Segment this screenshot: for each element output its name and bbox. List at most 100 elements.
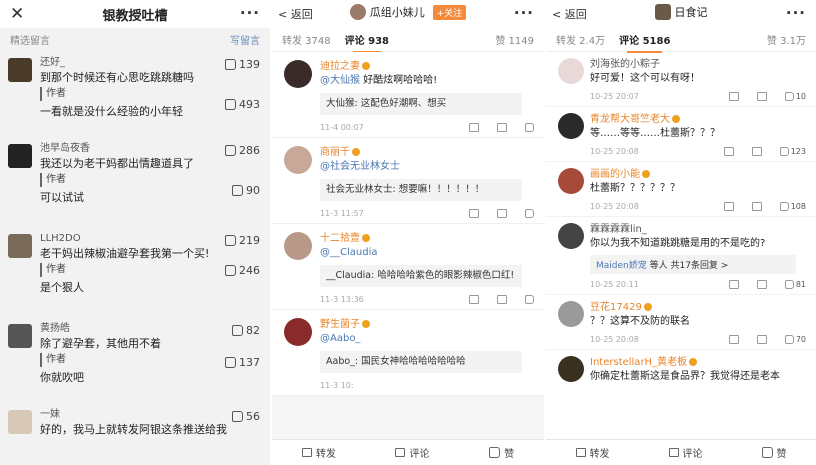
comment-icon[interactable] (751, 201, 762, 211)
account-avatar[interactable] (654, 4, 671, 20)
comment-author[interactable]: 黄扬皓 (40, 322, 260, 336)
like-button[interactable]: 139 (225, 58, 260, 71)
tab-likes[interactable]: 赞 3.1万 (767, 32, 806, 47)
thumb-up-icon[interactable] (779, 146, 789, 156)
comment-text: 好可爱！这个可以有呀！ (590, 73, 700, 84)
account-name[interactable]: 瓜组小妹儿 (370, 4, 425, 20)
comment-author[interactable]: 商丽千 (320, 146, 534, 159)
more-icon[interactable]: ··· (514, 4, 534, 22)
comment-icon[interactable] (756, 279, 767, 289)
reply-box[interactable]: Aabo_: 国民女神哈哈哈哈哈哈哈 (320, 351, 522, 373)
avatar[interactable] (558, 301, 584, 327)
comment-author[interactable]: 豆花17429 (590, 301, 806, 314)
like-button[interactable]: 赞 (761, 445, 787, 460)
comment-author[interactable]: 迪拉之妻 (320, 60, 534, 73)
thumb-up-icon[interactable] (779, 201, 789, 211)
thumb-up-icon[interactable] (784, 91, 794, 101)
more-icon[interactable]: ··· (240, 4, 260, 22)
like-button[interactable]: 82 (232, 324, 260, 337)
comment-icon[interactable] (497, 208, 507, 218)
thumb-up-icon[interactable] (784, 334, 794, 344)
avatar[interactable] (8, 324, 32, 348)
reply-like-button[interactable]: 493 (225, 98, 260, 111)
comment-author[interactable]: 霖霖霖霖lin_ (590, 223, 806, 236)
repost-icon[interactable] (469, 208, 479, 218)
comment-text: @大仙猴 好酷炫啊哈哈哈! (320, 74, 534, 88)
tab-repost[interactable]: 转发 3748 (282, 32, 331, 47)
comment-icon[interactable] (497, 294, 507, 304)
repost-icon[interactable] (728, 91, 739, 101)
like-button[interactable]: 286 (225, 144, 260, 157)
repost-icon[interactable] (728, 334, 739, 344)
reply-summary[interactable]: Maiden娇宠 等人 共17条回复 > (590, 255, 796, 274)
repost-icon[interactable] (469, 122, 479, 132)
comment-meta: 10-25 20:08 70 (590, 329, 806, 349)
account-avatar[interactable] (349, 4, 366, 20)
repost-icon[interactable] (723, 201, 734, 211)
mention-link[interactable]: @Aabo_ (320, 333, 360, 344)
comment-icon (668, 448, 679, 457)
thumb-up-icon[interactable] (525, 122, 534, 132)
comment-icon[interactable] (751, 146, 762, 156)
comment-icon[interactable] (756, 334, 767, 344)
mention-link[interactable]: @大仙猴 (320, 75, 360, 86)
close-icon[interactable]: ✕ (10, 4, 24, 24)
avatar[interactable] (558, 168, 584, 194)
comment-button[interactable]: 评论 (395, 445, 429, 460)
avatar[interactable] (284, 232, 312, 260)
avatar[interactable] (8, 58, 32, 82)
tab-comments[interactable]: 评论 5186 (619, 32, 670, 53)
comment-author[interactable]: 刘海张的小粽子 (590, 58, 806, 71)
like-button[interactable]: 219 (225, 234, 260, 247)
avatar[interactable] (8, 144, 32, 168)
thumb-up-icon (489, 447, 501, 458)
comment-button[interactable]: 评论 (668, 445, 703, 460)
account-name[interactable]: 日食记 (675, 4, 708, 20)
repost-button[interactable]: 转发 (301, 445, 336, 460)
repost-icon[interactable] (469, 294, 479, 304)
thumb-up-icon[interactable] (525, 294, 534, 304)
author-name: 画画的小能 (590, 169, 640, 180)
avatar[interactable] (558, 58, 584, 84)
write-comment-link[interactable]: 写留言 (230, 32, 260, 47)
avatar[interactable] (8, 410, 32, 434)
repost-icon[interactable] (723, 146, 734, 156)
comment-item: 黄扬皓 除了避孕套，其他用不着 82 作者 你就吹吧 137 (0, 316, 270, 402)
thumb-up-icon[interactable] (525, 208, 534, 218)
reply-box[interactable]: 大仙猴: 这配色好潮啊、想买 (320, 93, 522, 115)
mention-link[interactable]: @__Claudia (320, 247, 377, 258)
reply-like-button[interactable]: 90 (232, 184, 260, 197)
follow-button[interactable]: +关注 (432, 4, 467, 20)
tab-likes[interactable]: 赞 1149 (495, 32, 534, 47)
thumb-up-icon[interactable] (784, 279, 794, 289)
comment-author[interactable]: 十二拾壹 (320, 232, 534, 245)
mention-link[interactable]: @社会无业林女士 (320, 161, 400, 172)
tab-repost[interactable]: 转发 2.4万 (556, 32, 605, 47)
comment-author[interactable]: 青龙帮大哥竺老大 (590, 113, 806, 126)
like-button[interactable]: 赞 (489, 445, 514, 460)
avatar[interactable] (284, 60, 312, 88)
avatar[interactable] (558, 223, 584, 249)
more-icon[interactable]: ··· (786, 4, 806, 22)
panel2-header: < 返回 瓜组小妹儿 +关注 ··· (272, 0, 544, 28)
avatar[interactable] (284, 146, 312, 174)
comment-author[interactable]: 野生菌子 (320, 318, 534, 331)
reply-box[interactable]: 社会无业林女士: 想要嘛！！！！！！ (320, 179, 522, 201)
comment-icon[interactable] (756, 91, 767, 101)
repost-icon[interactable] (728, 279, 739, 289)
comment-author[interactable]: InterstellarH_黄老板 (590, 356, 806, 369)
avatar[interactable] (558, 113, 584, 139)
reply-like-button[interactable]: 246 (225, 264, 260, 277)
reply-like-button[interactable]: 137 (225, 356, 260, 369)
tab-comments[interactable]: 评论 938 (345, 32, 389, 53)
like-button[interactable]: 56 (232, 410, 260, 423)
repost-button[interactable]: 转发 (575, 445, 610, 460)
comment-icon[interactable] (497, 122, 507, 132)
avatar[interactable] (558, 356, 584, 382)
avatar[interactable] (8, 234, 32, 258)
thumb-up-icon (225, 99, 236, 110)
comment-author[interactable]: 画画的小能 (590, 168, 806, 181)
comment-author[interactable]: 一妹 (40, 408, 260, 422)
reply-box[interactable]: __Claudia: 哈哈哈哈紫色的眼影辣椒色口红! (320, 265, 522, 287)
avatar[interactable] (284, 318, 312, 346)
